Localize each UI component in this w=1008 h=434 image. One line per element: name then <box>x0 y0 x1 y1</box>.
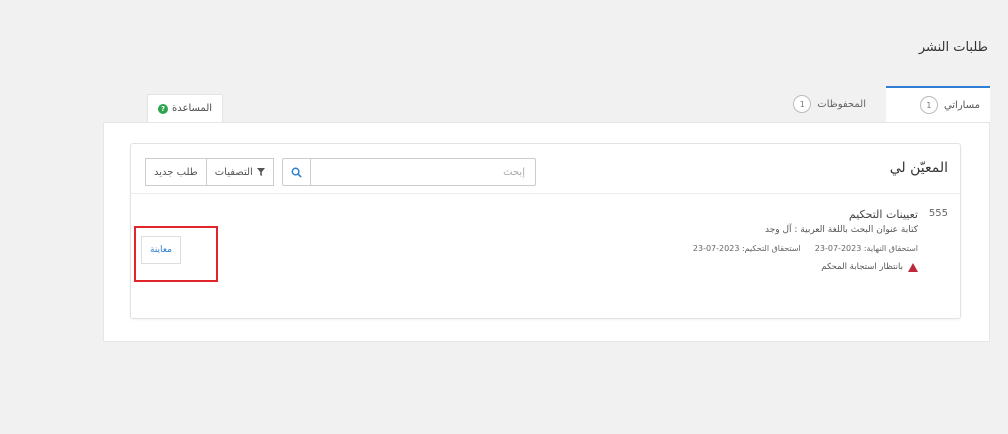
help-icon: ? <box>158 103 168 114</box>
list-item: 555 تعيينات التحكيم كتابة عنوان البحث با… <box>131 194 960 320</box>
search-group <box>282 158 536 186</box>
tab-help[interactable]: المساعدة ? <box>147 94 224 122</box>
filter-button[interactable]: التصفيات <box>205 158 274 186</box>
new-request-label: طلب جديد <box>154 166 198 178</box>
help-label: المساعدة <box>172 103 213 114</box>
final-due-date: استحقاق النهاية: 2023-07-23 <box>814 244 918 253</box>
page-title: طلبات النشر <box>918 40 988 55</box>
filter-icon <box>256 168 265 176</box>
preview-button[interactable]: معاينة <box>141 236 181 264</box>
main-panel: المعيّن لي طلب جديد التصفيات <box>103 122 990 342</box>
tab-my-paths[interactable]: مساراتي 1 <box>886 86 990 122</box>
action-buttons: طلب جديد التصفيات <box>145 158 274 186</box>
tab-label: المحفوظات <box>817 98 866 110</box>
item-title: تعيينات التحكيم <box>848 208 918 221</box>
tab-archived[interactable]: المحفوظات 1 <box>772 86 876 122</box>
tab-label: مساراتي <box>943 99 980 111</box>
filter-label: التصفيات <box>214 166 253 178</box>
status-label: بانتظار استجابة المحكم <box>821 262 903 272</box>
item-dates: استحقاق النهاية: 2023-07-23 استحقاق التح… <box>693 244 918 253</box>
item-number: 555 <box>928 208 948 219</box>
card-title: المعيّن لي <box>889 160 948 176</box>
search-icon <box>291 167 302 178</box>
tab-count-badge: 1 <box>793 95 812 113</box>
tabs-bar: مساراتي 1 المحفوظات 1 المساعدة ? <box>103 86 990 122</box>
status-badge: بانتظار استجابة المحكم <box>821 262 918 272</box>
assigned-card: المعيّن لي طلب جديد التصفيات <box>130 143 961 319</box>
search-button[interactable] <box>283 159 311 185</box>
tab-count-badge: 1 <box>919 96 938 114</box>
search-input[interactable] <box>311 159 535 185</box>
new-request-button[interactable]: طلب جديد <box>145 158 207 186</box>
card-header: المعيّن لي طلب جديد التصفيات <box>131 144 960 194</box>
item-subtitle: كتابة عنوان البحث باللغة العربية : آل وج… <box>765 225 918 235</box>
review-due-date: استحقاق التحكيم: 2023-07-23 <box>692 244 801 253</box>
warning-icon <box>908 262 918 272</box>
